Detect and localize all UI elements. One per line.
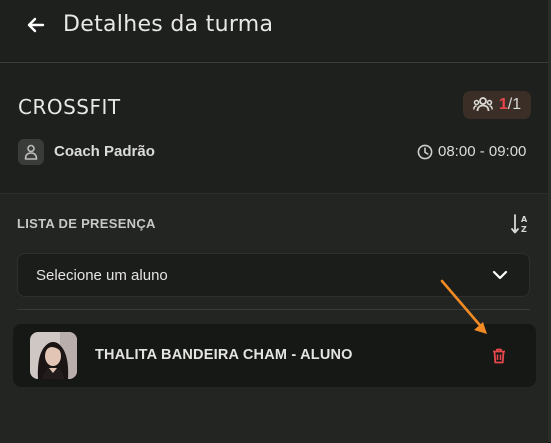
person-icon [24,144,38,160]
svg-text:A: A [521,215,528,224]
class-time: 08:00 - 09:00 [417,143,526,160]
capacity-current: 1 [498,96,508,113]
remove-student-button[interactable] [489,346,509,366]
sort-alpha-icon: A Z [511,214,528,234]
class-name: CROSSFIT [18,95,121,119]
class-details-panel: Detalhes da turma CROSSFIT 1/1 Coach Pad… [0,0,551,443]
capacity-total: /1 [507,96,522,113]
header: Detalhes da turma [0,0,548,63]
svg-text:Z: Z [521,225,527,234]
page-title: Detalhes da turma [63,12,274,37]
capacity-count: 1/1 [499,96,521,114]
clock-icon [417,144,433,159]
attendance-list-label: LISTA DE PRESENÇA [17,216,156,231]
coach-name: Coach Padrão [54,143,155,160]
coach-avatar [18,139,44,165]
trash-icon [493,348,505,364]
back-button[interactable] [25,13,47,37]
student-avatar [30,332,77,379]
annotation-arrow [440,279,487,334]
student-name: THALITA BANDEIRA CHAM - ALUNO [95,347,353,363]
arrow-left-icon [27,17,45,33]
capacity-badge: 1/1 [463,91,531,119]
users-icon [472,97,493,112]
sort-button[interactable]: A Z [510,212,532,236]
student-select-placeholder: Selecione um aluno [36,267,168,284]
time-label: 08:00 - 09:00 [438,143,527,160]
